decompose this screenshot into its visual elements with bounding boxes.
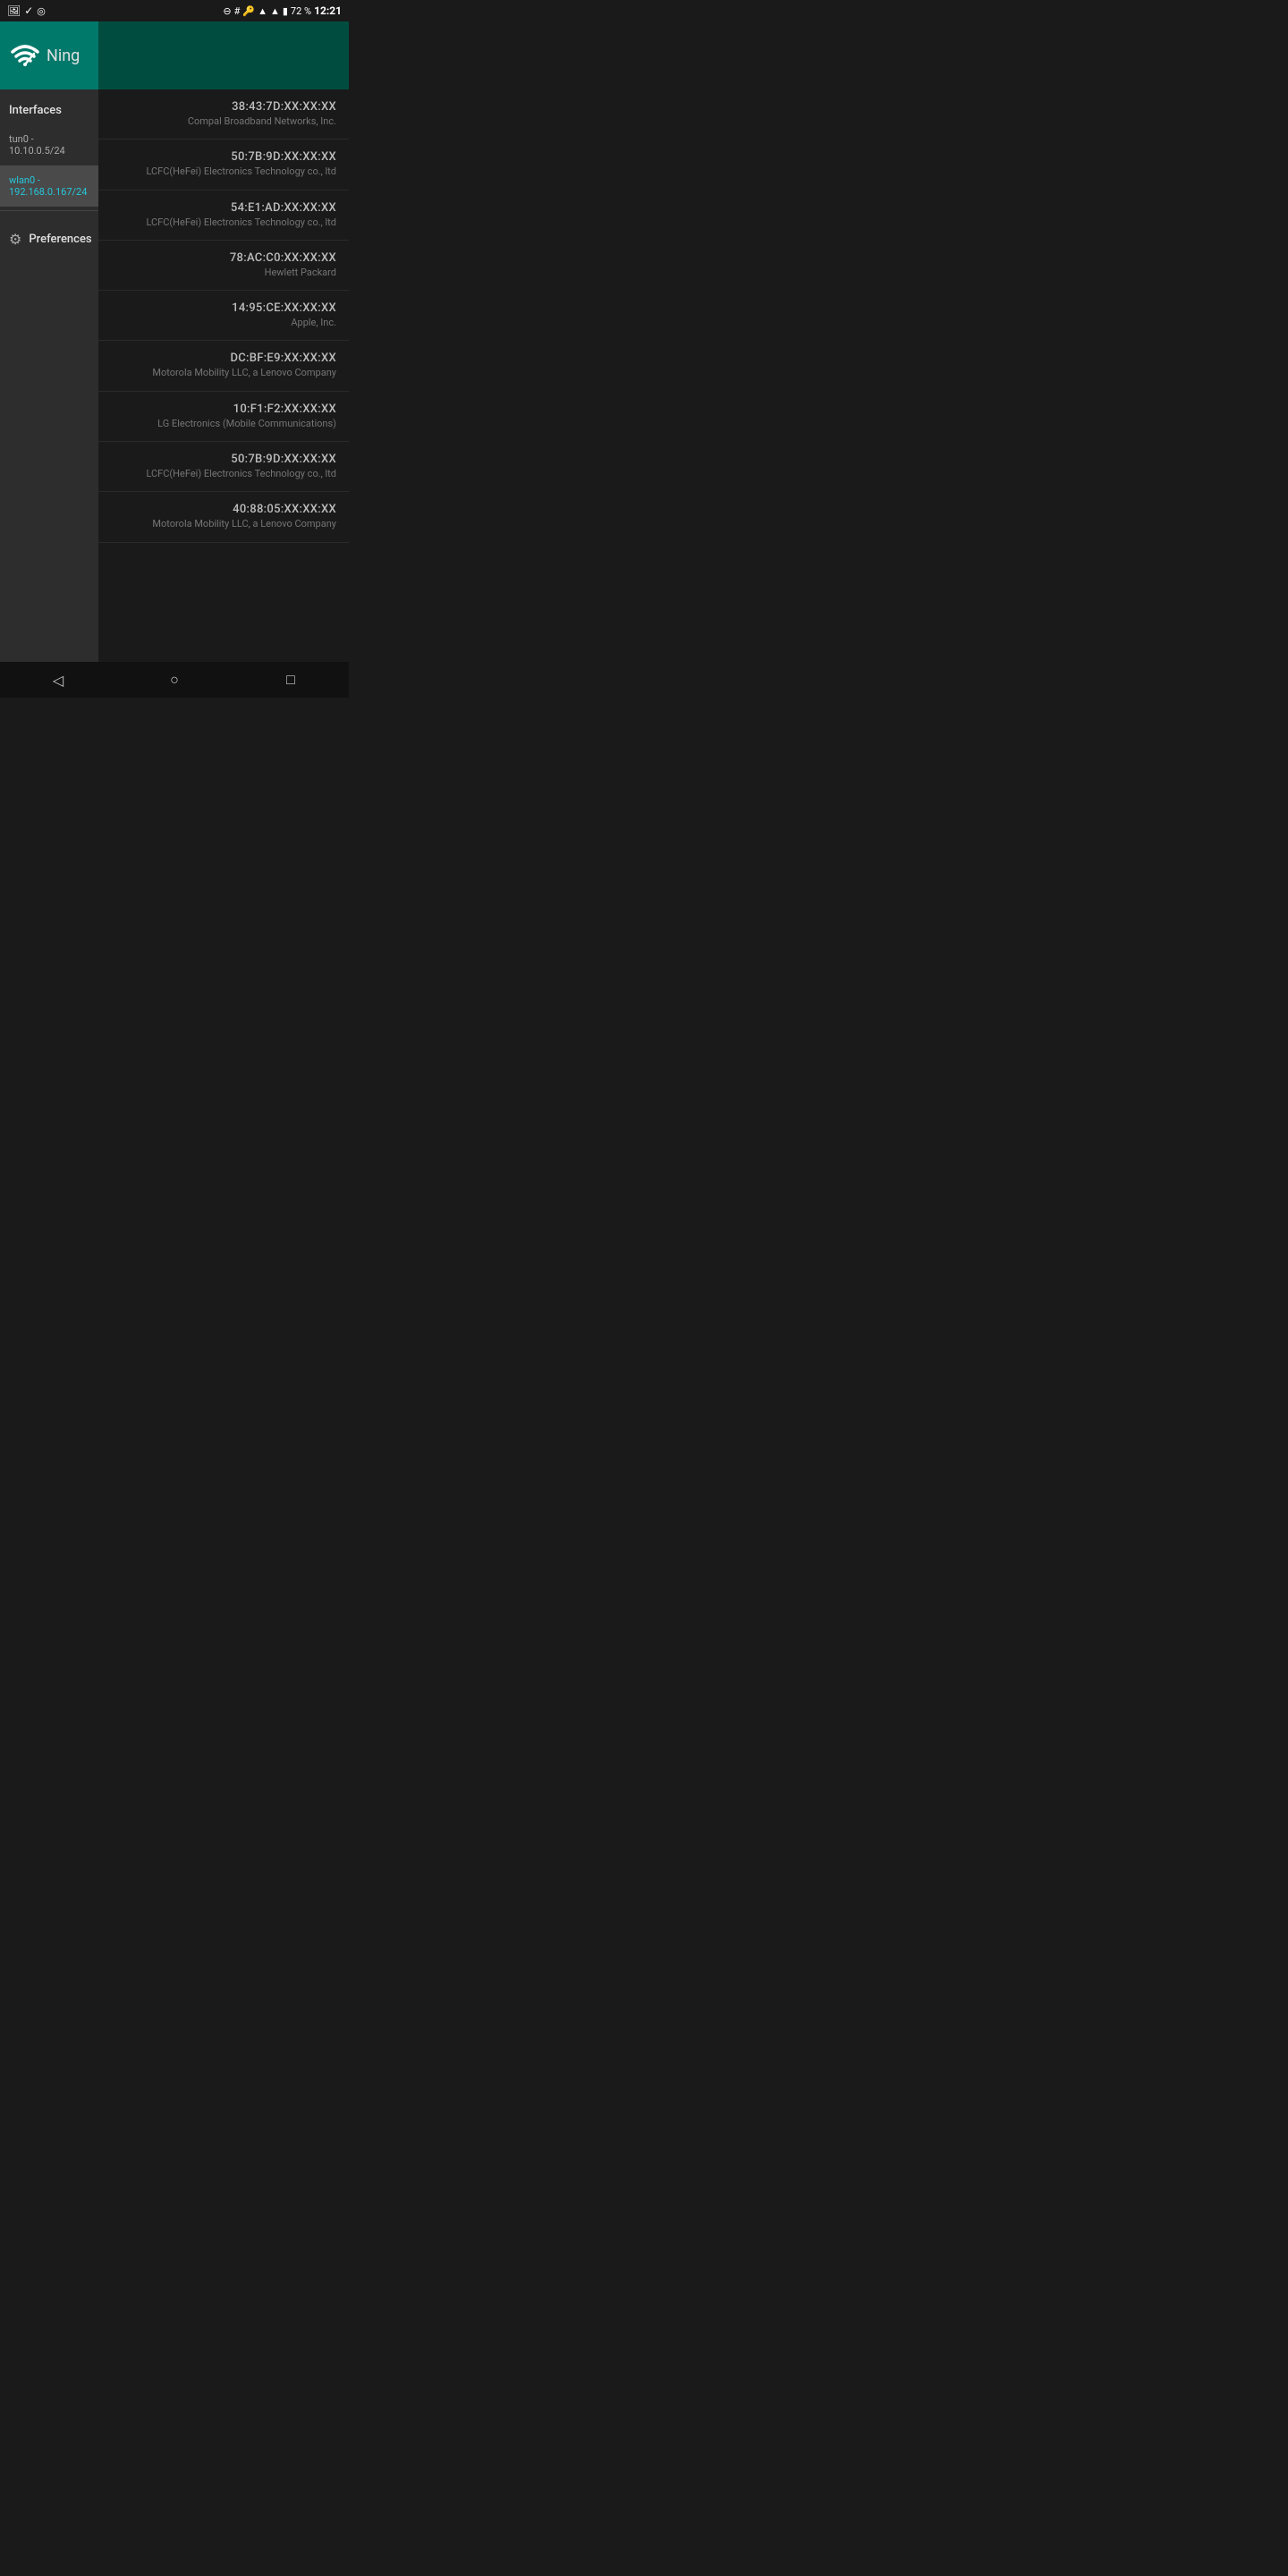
device-mac: 50:7B:9D:XX:XX:XX: [111, 150, 336, 164]
device-vendor: Motorola Mobility LLC, a Lenovo Company: [111, 367, 336, 379]
interfaces-label: Interfaces: [0, 89, 98, 124]
main-container: Ning Interfaces tun0 - 10.10.0.5/24 wlan…: [0, 21, 349, 662]
check-icon: ✓: [24, 4, 33, 17]
image-icon: 🖼: [7, 4, 21, 17]
signal-icon: ▲: [270, 5, 280, 17]
device-item[interactable]: 10:F1:F2:XX:XX:XX LG Electronics (Mobile …: [98, 392, 349, 442]
home-button[interactable]: ○: [117, 662, 233, 698]
device-vendor: LCFC(HeFei) Electronics Technology co., …: [111, 165, 336, 178]
device-vendor: LCFC(HeFei) Electronics Technology co., …: [111, 216, 336, 229]
status-bar: 🖼 ✓ ◎ ⊖ # 🔑 ▲ ▲ ▮ 72 % 12:21: [0, 0, 349, 21]
wifi-speed-icon: [9, 39, 41, 72]
preferences-item[interactable]: ⚙ Preferences: [0, 218, 98, 260]
device-item[interactable]: 50:7B:9D:XX:XX:XX LCFC(HeFei) Electronics…: [98, 442, 349, 492]
device-mac: 38:43:7D:XX:XX:XX: [111, 100, 336, 114]
sidebar-item-wlan0[interactable]: wlan0 - 192.168.0.167/24: [0, 165, 98, 207]
home-icon: ○: [170, 671, 179, 689]
hash-icon: #: [234, 5, 241, 17]
device-vendor: Apple, Inc.: [111, 317, 336, 329]
device-mac: DC:BF:E9:XX:XX:XX: [111, 352, 336, 365]
device-item[interactable]: 78:AC:C0:XX:XX:XX Hewlett Packard: [98, 241, 349, 291]
left-panel: Ning Interfaces tun0 - 10.10.0.5/24 wlan…: [0, 21, 98, 662]
device-item[interactable]: 14:95:CE:XX:XX:XX Apple, Inc.: [98, 291, 349, 341]
device-item[interactable]: 54:E1:AD:XX:XX:XXLCFC(HeFei) Electronics…: [98, 191, 349, 241]
battery-percent: 72 %: [291, 5, 311, 17]
key-icon: 🔑: [242, 5, 255, 17]
device-list: 38:43:7D:XX:XX:XXCompal Broadband Networ…: [98, 89, 349, 662]
right-panel-header: [98, 21, 349, 89]
device-vendor: LCFC(HeFei) Electronics Technology co., …: [111, 468, 336, 480]
device-mac: 50:7B:9D:XX:XX:XX: [111, 453, 336, 466]
device-mac: 14:95:CE:XX:XX:XX: [111, 301, 336, 315]
device-item[interactable]: DC:BF:E9:XX:XX:XX Motorola Mobility LLC, …: [98, 341, 349, 391]
app-header: Ning: [0, 21, 98, 89]
minus-circle-icon: ⊖: [223, 5, 231, 17]
device-vendor: Hewlett Packard: [111, 267, 336, 279]
device-item[interactable]: 50:7B:9D:XX:XX:XXLCFC(HeFei) Electronics…: [98, 140, 349, 190]
battery-icon: ▮: [283, 5, 288, 17]
right-panel: 38:43:7D:XX:XX:XXCompal Broadband Networ…: [98, 21, 349, 662]
back-button[interactable]: ◁: [1, 662, 116, 698]
device-mac: 10:F1:F2:XX:XX:XX: [111, 402, 336, 416]
target-icon: ◎: [37, 5, 46, 17]
nav-bar: ◁ ○ □: [0, 662, 349, 698]
clock: 12:21: [314, 4, 342, 17]
device-mac: 40:88:05:XX:XX:XX: [111, 503, 336, 516]
sidebar-item-tun0[interactable]: tun0 - 10.10.0.5/24: [0, 124, 98, 165]
device-item[interactable]: 38:43:7D:XX:XX:XXCompal Broadband Networ…: [98, 89, 349, 140]
device-vendor: LG Electronics (Mobile Communications): [111, 418, 336, 430]
status-left-icons: 🖼 ✓ ◎: [7, 4, 46, 17]
device-mac: 78:AC:C0:XX:XX:XX: [111, 251, 336, 265]
gear-icon: ⚙: [9, 231, 21, 248]
device-vendor: Compal Broadband Networks, Inc.: [111, 115, 336, 128]
app-title: Ning: [47, 47, 80, 65]
recents-icon: □: [286, 671, 295, 689]
sidebar-divider: [0, 210, 98, 211]
device-mac: 54:E1:AD:XX:XX:XX: [111, 201, 336, 215]
wifi-icon: ▲: [258, 5, 267, 17]
status-right-icons: ⊖ # 🔑 ▲ ▲ ▮ 72 % 12:21: [223, 4, 342, 17]
device-vendor: Motorola Mobility LLC, a Lenovo Company: [111, 518, 336, 530]
recents-button[interactable]: □: [233, 662, 349, 698]
sidebar-nav: Interfaces tun0 - 10.10.0.5/24 wlan0 - 1…: [0, 89, 98, 662]
back-icon: ◁: [53, 672, 64, 689]
device-item[interactable]: 40:88:05:XX:XX:XX Motorola Mobility LLC, …: [98, 492, 349, 542]
preferences-label: Preferences: [29, 233, 91, 246]
